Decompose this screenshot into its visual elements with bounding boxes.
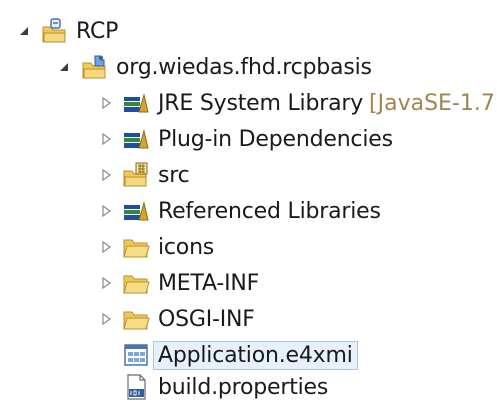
tree-item-label: JRE System Library (158, 90, 364, 116)
e4xmi-file-icon (122, 341, 150, 369)
tree-item-label: Application.e4xmi (153, 340, 358, 370)
tree-item-application-e4xmi[interactable]: Application.e4xmi (122, 338, 358, 372)
tree-item-src[interactable]: src (96, 158, 190, 192)
expanded-arrow-icon[interactable] (14, 14, 34, 48)
tree-item-label: Plug-in Dependencies (158, 126, 393, 152)
folder-icon (122, 233, 150, 261)
collapsed-arrow-icon[interactable] (96, 122, 116, 156)
tree-item-rcp[interactable]: RCP (14, 14, 118, 48)
collapsed-arrow-icon[interactable] (96, 158, 116, 192)
tree-item-meta-inf[interactable]: META-INF (96, 266, 259, 300)
tree-item-label: org.wiedas.fhd.rcpbasis (116, 54, 372, 80)
tree-item-label: Referenced Libraries (158, 198, 381, 224)
folder-icon (122, 269, 150, 297)
tree-item-label: RCP (76, 18, 119, 44)
expanded-arrow-icon[interactable] (54, 50, 74, 84)
tree-item-label: OSGI-INF (158, 306, 255, 332)
collapsed-arrow-icon[interactable] (96, 230, 116, 264)
jre-version-decoration: [JavaSE-1.7] (369, 90, 497, 116)
tree-item-jre-system-library[interactable]: JRE System Library [JavaSE-1.7] (96, 86, 497, 120)
collapsed-arrow-icon[interactable] (96, 302, 116, 336)
properties-file-icon (122, 373, 150, 401)
tree-item-project[interactable]: org.wiedas.fhd.rcpbasis (54, 50, 372, 84)
library-icon (122, 89, 150, 117)
library-icon (122, 125, 150, 153)
tree-item-label: icons (158, 234, 215, 260)
tree-item-build-properties[interactable]: build.properties (122, 370, 328, 404)
plugin-project-icon (80, 53, 108, 81)
tree-item-plugin-dependencies[interactable]: Plug-in Dependencies (96, 122, 393, 156)
tree-item-icons[interactable]: icons (96, 230, 214, 264)
collapsed-arrow-icon[interactable] (96, 266, 116, 300)
tree-item-osgi-inf[interactable]: OSGI-INF (96, 302, 255, 336)
tree-item-referenced-libraries[interactable]: Referenced Libraries (96, 194, 381, 228)
collapsed-arrow-icon[interactable] (96, 86, 116, 120)
collapsed-arrow-icon[interactable] (96, 194, 116, 228)
source-folder-icon (122, 161, 150, 189)
library-icon (122, 197, 150, 225)
tree-item-label: META-INF (158, 270, 260, 296)
working-set-icon (40, 17, 68, 45)
tree-item-label: src (158, 162, 190, 188)
tree-item-label: build.properties (158, 374, 329, 400)
project-explorer-tree: RCP org.wiedas.fhd.rcpbasis JRE System L… (0, 0, 497, 403)
folder-icon (122, 305, 150, 333)
